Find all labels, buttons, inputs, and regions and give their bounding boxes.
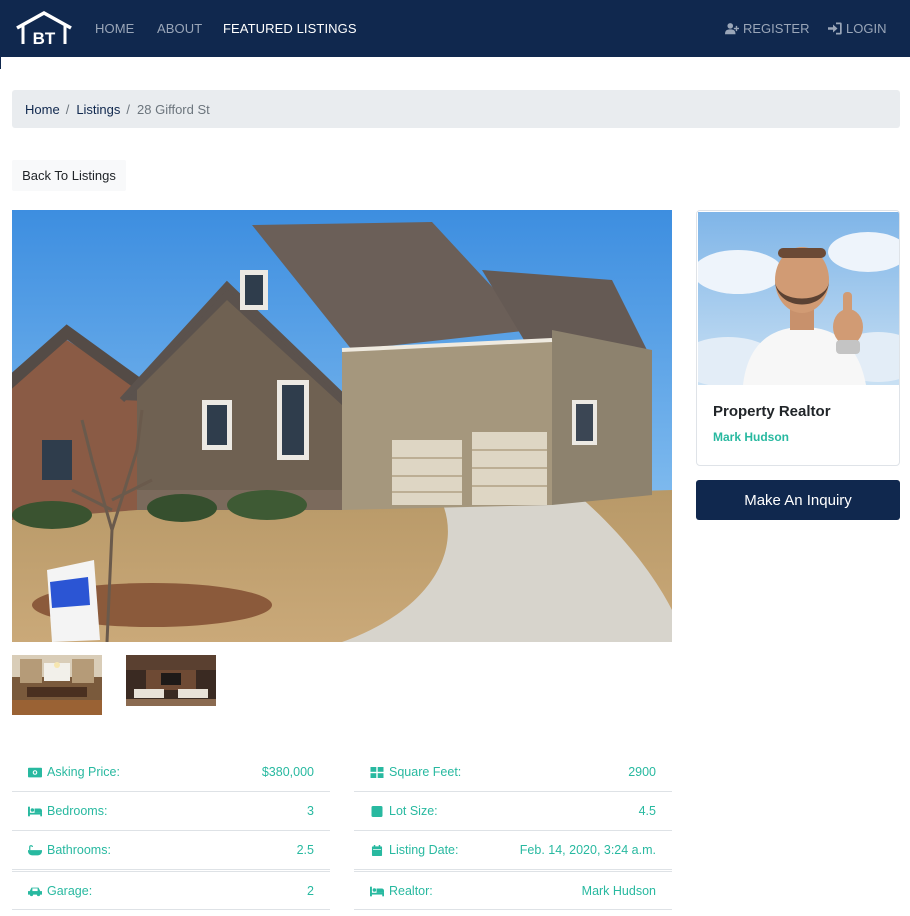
thumbnail-living-room[interactable] [126, 655, 216, 706]
bedrooms-value: 3 [307, 804, 314, 818]
register-link[interactable]: REGISTER [725, 21, 809, 36]
main-listing-photo[interactable] [12, 210, 672, 642]
detail-label: Garage: [28, 884, 92, 898]
square-icon [371, 805, 383, 817]
asking-price-label: Asking Price: [47, 765, 120, 779]
calendar-icon [371, 844, 383, 856]
breadcrumb-home[interactable]: Home [25, 102, 60, 117]
asking-price-value: $380,000 [261, 765, 314, 779]
square-feet-label: Square Feet: [389, 765, 462, 779]
detail-label: Listing Date: [370, 843, 458, 857]
nav-featured-listings[interactable]: FEATURED LISTINGS [223, 21, 357, 36]
top-navbar: BT HOME ABOUT FEATURED LISTINGS REGISTER… [0, 0, 910, 57]
detail-label: Realtor: [370, 884, 433, 898]
divider-line [0, 57, 1, 69]
detail-garage: Garage: 2 [12, 871, 330, 910]
detail-label: Lot Size: [370, 804, 438, 818]
detail-lot-size: Lot Size: 4.5 [354, 792, 672, 831]
breadcrumb: Home / Listings / 28 Gifford St [12, 90, 900, 128]
detail-listing-date: Listing Date: Feb. 14, 2020, 3:24 a.m. [354, 831, 672, 870]
detail-label: Bathrooms: [28, 843, 111, 857]
logo-text: BT [33, 29, 56, 48]
detail-bathrooms: Bathrooms: 2.5 [12, 831, 330, 870]
nav-home[interactable]: HOME [95, 21, 134, 36]
realtor-name[interactable]: Mark Hudson [713, 430, 789, 444]
listing-date-value: Feb. 14, 2020, 3:24 a.m. [519, 843, 656, 857]
car-icon [28, 887, 42, 896]
detail-label: Bedrooms: [28, 804, 107, 818]
realtor-photo [697, 212, 899, 387]
user-plus-icon [725, 23, 739, 35]
breadcrumb-separator: / [126, 101, 131, 117]
listing-date-label: Listing Date: [389, 843, 459, 857]
breadcrumb-separator: / [65, 101, 70, 117]
detail-label: Asking Price: [28, 765, 120, 779]
bathrooms-value: 2.5 [296, 843, 314, 857]
breadcrumb-current: 28 Gifford St [137, 101, 210, 117]
bathrooms-label: Bathrooms: [47, 843, 111, 857]
bath-icon [28, 844, 42, 855]
money-icon [28, 767, 42, 777]
grid-icon [370, 766, 384, 778]
detail-realtor: Realtor: Mark Hudson [354, 871, 672, 910]
nav-about[interactable]: ABOUT [157, 21, 202, 36]
realtor-card-title: Property Realtor [713, 403, 831, 420]
detail-label: Square Feet: [370, 765, 461, 779]
lot-size-label: Lot Size: [389, 804, 438, 818]
breadcrumb-listings[interactable]: Listings [76, 102, 120, 117]
detail-asking-price: Asking Price: $380,000 [12, 753, 330, 792]
bedrooms-label: Bedrooms: [47, 804, 108, 818]
detail-bedrooms: Bedrooms: 3 [12, 792, 330, 831]
thumbnail-kitchen[interactable] [12, 655, 102, 715]
detail-square-feet: Square Feet: 2900 [354, 753, 672, 792]
realtor-label: Realtor: [389, 884, 433, 898]
bed-icon [370, 886, 384, 896]
back-to-listings-button[interactable]: Back To Listings [12, 160, 126, 191]
lot-size-value: 4.5 [638, 804, 656, 818]
logo-house-icon[interactable]: BT [14, 10, 74, 48]
register-label: REGISTER [743, 21, 810, 36]
login-label: LOGIN [846, 21, 887, 36]
bed-icon [28, 806, 42, 816]
garage-value: 2 [307, 884, 314, 898]
realtor-value: Mark Hudson [581, 884, 656, 898]
make-inquiry-button[interactable]: Make An Inquiry [696, 480, 900, 520]
sign-in-icon [828, 22, 842, 35]
square-feet-value: 2900 [628, 765, 656, 779]
garage-label: Garage: [47, 884, 93, 898]
realtor-card: Property Realtor Mark Hudson [696, 210, 900, 466]
login-link[interactable]: LOGIN [828, 21, 886, 36]
